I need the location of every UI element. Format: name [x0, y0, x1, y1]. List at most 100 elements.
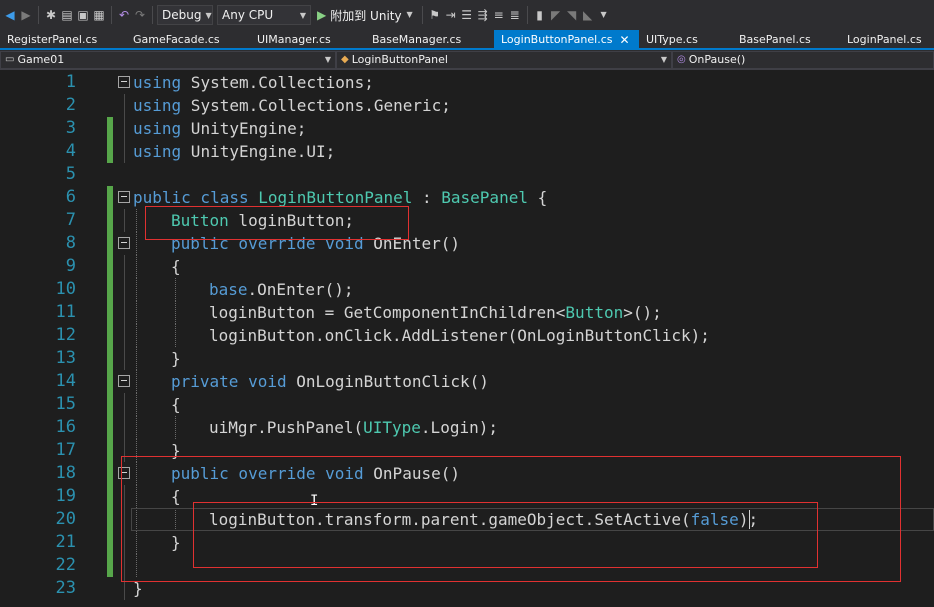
change-marker [107, 416, 113, 439]
new-project-icon[interactable]: ✱ [43, 5, 59, 25]
code-text[interactable]: using UnityEngine.UI; [133, 140, 335, 163]
type-token: UIType [363, 418, 421, 437]
class-dropdown[interactable]: ◆ LoginButtonPanel ▼ [336, 50, 672, 69]
type-token: Button [565, 303, 624, 322]
collapse-icon[interactable] [118, 375, 130, 387]
code-token: UnityEngine; [181, 119, 307, 138]
tab-basepanel[interactable]: BasePanel.cs [732, 30, 840, 50]
code-text[interactable]: using UnityEngine; [133, 117, 306, 140]
toolbar-overflow-icon[interactable]: ▼ [596, 5, 612, 25]
open-folder-icon[interactable]: ▤ [59, 5, 75, 25]
uncomment-icon[interactable]: ≣ [507, 5, 523, 25]
tab-label: GameFacade.cs [133, 33, 220, 46]
comment-icon[interactable]: ≡ [491, 5, 507, 25]
undo-icon[interactable]: ↶ [116, 5, 132, 25]
close-icon[interactable]: ✕ [619, 30, 629, 50]
code-text[interactable]: { [171, 393, 181, 416]
code-line[interactable]: 1 using System.Collections; [0, 71, 934, 94]
code-line[interactable]: 9{ [0, 255, 934, 278]
configuration-label: Debug [162, 8, 202, 22]
indent-guide [175, 324, 176, 347]
tab-gamefacade[interactable]: GameFacade.cs [126, 30, 250, 50]
code-line[interactable]: 2 using System.Collections.Generic; [0, 94, 934, 117]
code-line[interactable]: 7 Button loginButton; [0, 209, 934, 232]
indent-guide [136, 370, 137, 393]
code-token: OnLoginButtonClick() [286, 372, 489, 391]
configuration-dropdown[interactable]: Debug ▼ [157, 5, 213, 25]
code-text[interactable]: uiMgr.PushPanel(UIType.Login); [209, 416, 498, 439]
tab-label: UIManager.cs [257, 33, 331, 46]
line-number: 20 [55, 509, 76, 529]
indent-guide [136, 416, 137, 439]
code-text[interactable]: using System.Collections; [133, 71, 374, 94]
save-all-icon[interactable]: ▦ [91, 5, 107, 25]
chevron-down-icon: ▼ [205, 10, 212, 20]
step-icon[interactable]: ⇥ [443, 5, 459, 25]
next-bookmark-icon[interactable]: ◥ [564, 5, 580, 25]
chevron-down-icon: ▼ [299, 10, 306, 20]
tab-loginbuttonpanel[interactable]: LoginButtonPanel.cs ✕ [494, 30, 639, 50]
tab-uitype[interactable]: UIType.cs [639, 30, 732, 50]
code-text[interactable]: { [171, 255, 181, 278]
code-text[interactable]: using System.Collections.Generic; [133, 94, 451, 117]
change-marker [107, 324, 113, 347]
project-dropdown[interactable]: ▭ Game01 ▼ [0, 50, 336, 69]
outline-icon[interactable]: ☰ [459, 5, 475, 25]
tab-registerpanel[interactable]: RegisterPanel.cs [0, 30, 126, 50]
line-number: 22 [55, 555, 76, 575]
change-marker [107, 508, 113, 531]
platform-dropdown[interactable]: Any CPU ▼ [217, 5, 311, 25]
redo-icon[interactable]: ↷ [132, 5, 148, 25]
tab-loginpanel[interactable]: LoginPanel.cs [840, 30, 934, 50]
change-marker [107, 531, 113, 554]
line-number: 17 [55, 440, 76, 460]
forward-icon[interactable]: ▶ [18, 5, 34, 25]
collapse-icon[interactable] [118, 76, 130, 88]
code-line[interactable]: 8 public override void OnEnter() [0, 232, 934, 255]
code-line[interactable]: 13} [0, 347, 934, 370]
tab-uimanager[interactable]: UIManager.cs [250, 30, 365, 50]
code-line[interactable]: 12 loginButton.onClick.AddListener(OnLogi… [0, 324, 934, 347]
indent-icon[interactable]: ⇶ [475, 5, 491, 25]
member-dropdown[interactable]: ◎ OnPause() [672, 50, 934, 69]
code-token: .Login); [420, 418, 498, 437]
code-line[interactable]: 16 uiMgr.PushPanel(UIType.Login); [0, 416, 934, 439]
annotation-box-field [145, 206, 409, 240]
code-line[interactable]: 10 base.OnEnter(); [0, 278, 934, 301]
code-editor[interactable]: 1 using System.Collections; 2 using System.… [0, 71, 934, 607]
collapse-icon[interactable] [118, 191, 130, 203]
code-line[interactable]: 4 using UnityEngine.UI; [0, 140, 934, 163]
tab-basemanager[interactable]: BaseManager.cs [365, 30, 494, 50]
browser-link-icon[interactable]: ⚑ [427, 5, 443, 25]
code-line[interactable]: 3 using UnityEngine; [0, 117, 934, 140]
clear-bookmarks-icon[interactable]: ◣ [580, 5, 596, 25]
indent-guide [175, 416, 176, 439]
play-icon: ▶ [317, 8, 327, 22]
prev-bookmark-icon[interactable]: ◤ [548, 5, 564, 25]
document-tabs: RegisterPanel.cs GameFacade.cs UIManager… [0, 30, 934, 50]
code-line[interactable]: 11 loginButton = GetComponentInChildren<B… [0, 301, 934, 324]
code-token: { [527, 188, 548, 207]
code-line[interactable]: 15 { [0, 393, 934, 416]
code-token: System.Collections; [181, 73, 374, 92]
save-icon[interactable]: ▣ [75, 5, 91, 25]
code-line[interactable]: 6 public class LoginButtonPanel : BasePan… [0, 186, 934, 209]
member-label: OnPause() [688, 53, 746, 66]
code-text[interactable]: } [171, 347, 181, 370]
outline-guide [124, 416, 125, 439]
code-text[interactable]: loginButton.onClick.AddListener(OnLoginB… [209, 324, 710, 347]
bookmark-icon[interactable]: ▮ [532, 5, 548, 25]
code-line[interactable]: 14 private void OnLoginButtonClick() [0, 370, 934, 393]
code-text[interactable]: loginButton = GetComponentInChildren<But… [209, 301, 662, 324]
outline-guide [124, 393, 125, 416]
indent-guide [136, 232, 137, 255]
line-number: 4 [65, 141, 76, 161]
code-line[interactable]: 5 [0, 163, 934, 186]
code-text[interactable]: private void OnLoginButtonClick() [171, 370, 489, 393]
collapse-icon[interactable] [118, 237, 130, 249]
back-icon[interactable]: ◀ [2, 5, 18, 25]
chevron-down-icon: ▼ [660, 55, 667, 64]
code-token: } [171, 349, 181, 368]
attach-unity-button[interactable]: ▶ 附加到 Unity ▼ [317, 5, 418, 25]
code-text[interactable]: base.OnEnter(); [209, 278, 354, 301]
